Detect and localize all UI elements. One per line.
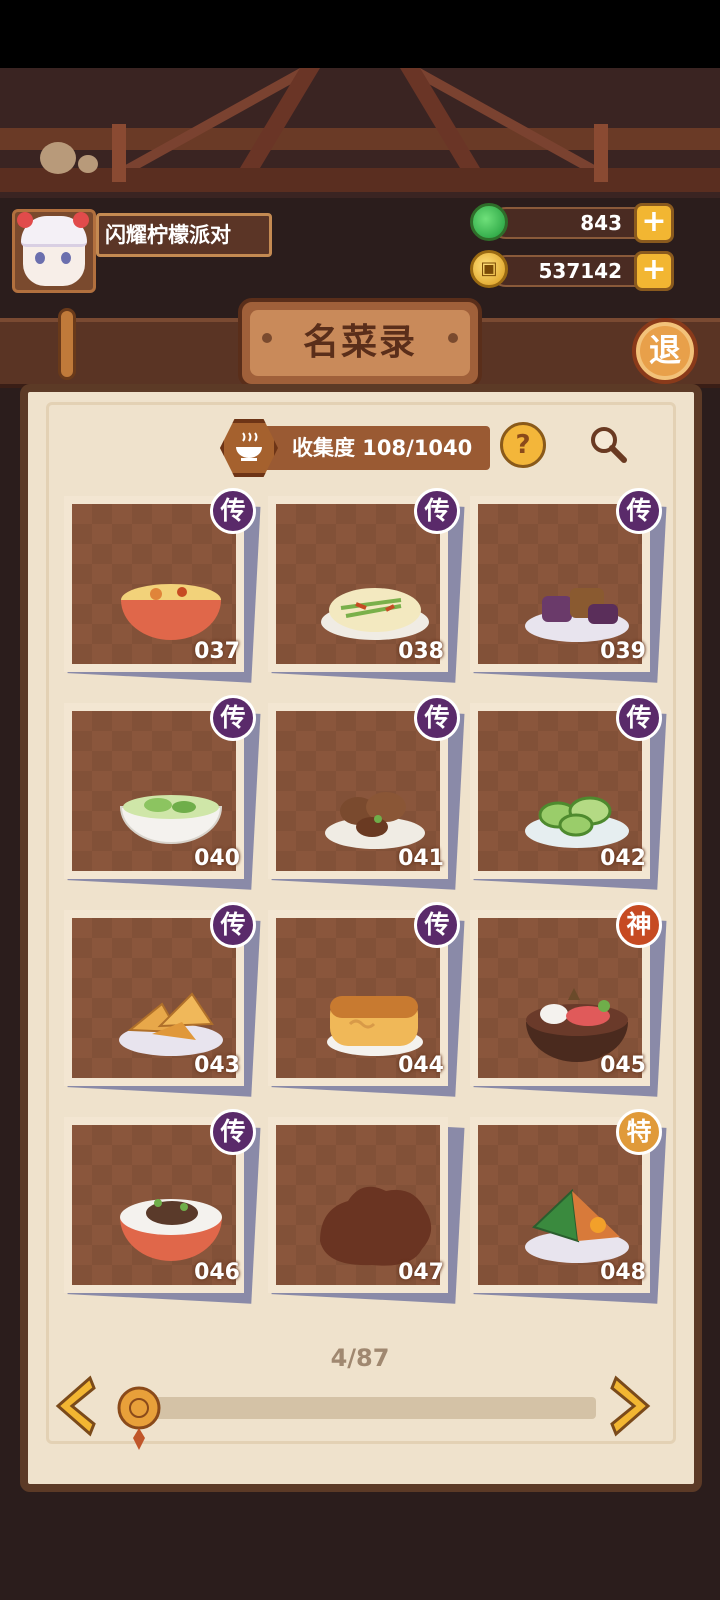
dish-number: 043 (194, 1053, 240, 1078)
chevron-right-icon (610, 1375, 651, 1437)
avatar-bun-left (17, 212, 33, 228)
dish-number: 044 (398, 1053, 444, 1078)
dish-card[interactable]: 040 传 (64, 695, 261, 890)
rarity-badge: 传 (210, 695, 256, 741)
add-coin-button[interactable]: + (634, 251, 674, 291)
dish-number: 048 (600, 1260, 646, 1285)
dish-card[interactable]: 042 传 (470, 695, 667, 890)
hotpot-icon (526, 988, 628, 1062)
dish-number: 042 (600, 846, 646, 871)
dish-card[interactable]: 047 (268, 1117, 465, 1304)
collection-progress: 收集度 108/1040 (262, 426, 490, 470)
status-bar (0, 0, 720, 68)
player-avatar[interactable] (12, 209, 96, 293)
rice-bowl-icon (120, 1199, 222, 1261)
rarity-badge: 神 (616, 902, 662, 948)
rarity-badge: 传 (210, 1109, 256, 1155)
dish-card[interactable]: 043 传 (64, 902, 261, 1097)
dish-card[interactable]: 039 传 (470, 488, 667, 683)
help-button[interactable]: ? (500, 422, 546, 468)
title-dot-left (262, 333, 272, 343)
page-slider-knob[interactable] (116, 1384, 162, 1454)
green-soup-icon (119, 795, 223, 844)
locked-silhouette-icon (320, 1186, 432, 1266)
rarity-badge: 传 (414, 488, 460, 534)
eggplant-plate-icon (525, 588, 629, 642)
rarity-badge: 传 (616, 488, 662, 534)
coin-icon: ▣ (470, 250, 508, 288)
rarity-badge: 特 (616, 1109, 662, 1155)
dish-number: 039 (600, 639, 646, 664)
rarity-badge: 传 (616, 695, 662, 741)
dish-card[interactable]: 037 传 (64, 488, 261, 683)
add-jade-button[interactable]: + (634, 203, 674, 243)
dish-card[interactable]: 046 传 (64, 1109, 261, 1304)
noodle-plate-icon (321, 588, 429, 640)
avatar-eye-right (61, 252, 71, 264)
cucumber-plate-icon (525, 796, 629, 848)
player-name: 闪耀柠檬派对 (96, 213, 272, 257)
dish-card[interactable]: 038 传 (268, 488, 465, 683)
rarity-badge: 传 (414, 902, 460, 948)
page-slider-track[interactable] (146, 1397, 596, 1419)
mushroom-plate-icon (325, 792, 425, 849)
avatar-bun-right (73, 212, 89, 228)
rarity-badge: 传 (210, 488, 256, 534)
title-plate: 名菜录 (238, 298, 482, 388)
search-icon (591, 427, 627, 463)
dish-number: 045 (600, 1053, 646, 1078)
dish-number: 038 (398, 639, 444, 664)
dish-card[interactable]: 045 神 (470, 902, 667, 1097)
zongzi-icon (525, 1188, 629, 1263)
fried-pastry-icon (119, 992, 223, 1056)
dish-number: 040 (194, 846, 240, 871)
dish-number: 047 (398, 1260, 444, 1285)
dish-number: 037 (194, 639, 240, 664)
title-dot-right (448, 333, 458, 343)
bread-loaf-icon (327, 996, 423, 1056)
rarity-badge: 传 (414, 695, 460, 741)
left-post (58, 308, 76, 380)
rarity-badge: 传 (210, 902, 256, 948)
search-button[interactable] (584, 420, 634, 470)
dish-number: 041 (398, 846, 444, 871)
dish-number: 046 (194, 1260, 240, 1285)
prev-page-button[interactable] (50, 1374, 98, 1438)
exit-button[interactable]: 退 (632, 318, 698, 384)
jade-icon (470, 203, 508, 241)
roof-beams (0, 68, 720, 198)
chevron-left-icon (55, 1375, 96, 1437)
avatar-eye-left (35, 252, 45, 264)
next-page-button[interactable] (608, 1374, 656, 1438)
dish-card[interactable]: 041 传 (268, 695, 465, 890)
dish-card[interactable]: 044 传 (268, 902, 465, 1097)
dish-card[interactable]: 048 特 (470, 1109, 667, 1304)
page-title: 名菜录 (250, 310, 470, 376)
page-indicator: 4/87 (330, 1344, 390, 1372)
soup-bowl-icon (121, 584, 221, 640)
